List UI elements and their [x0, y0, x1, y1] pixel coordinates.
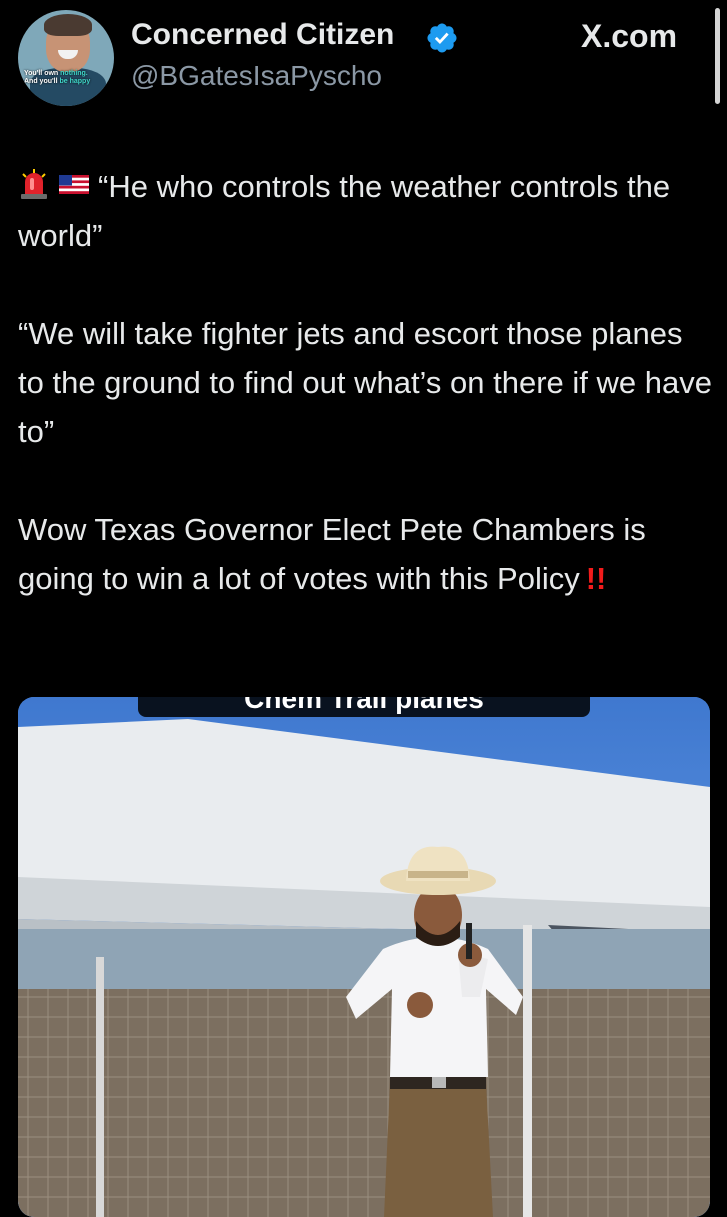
tweet-header: You'll own nothing. And you'll be happy …	[0, 0, 727, 120]
tweet-paragraph-1: “He who controls the weather controls th…	[18, 162, 713, 260]
tweet-quote-1: “He who controls the weather controls th…	[18, 169, 671, 253]
avatar-hair	[44, 14, 92, 36]
video-media[interactable]: Chem Trail planes	[18, 697, 710, 1217]
tweet-paragraph-2: “We will take fighter jets and escort th…	[18, 316, 712, 449]
x-brand-label: X.com	[581, 18, 678, 54]
display-name[interactable]: Concerned Citizen	[131, 18, 394, 52]
double-exclamation-icon: !!	[585, 561, 607, 596]
police-light-icon	[21, 169, 47, 199]
avatar-caption-highlight: be happy	[59, 78, 91, 85]
tweet-paragraph-3-text: Wow Texas Governor Elect Pete Chambers i…	[18, 512, 646, 596]
avatar-caption: You'll own nothing. And you'll be happy	[24, 70, 110, 86]
avatar-caption-highlight: nothing.	[60, 70, 88, 77]
avatar-caption-text: You'll own	[24, 70, 61, 77]
video-caption: Chem Trail planes	[138, 697, 590, 717]
tweet-paragraph-3: Wow Texas Governor Elect Pete Chambers i…	[18, 505, 713, 603]
user-handle[interactable]: @BGatesIsaPyscho	[131, 60, 382, 92]
scrollbar[interactable]	[715, 8, 720, 104]
avatar[interactable]: You'll own nothing. And you'll be happy	[18, 10, 114, 106]
video-frame	[18, 697, 710, 1217]
verified-badge-icon	[427, 23, 457, 53]
avatar-caption-text: And you'll	[24, 78, 60, 85]
us-flag-icon	[59, 175, 89, 194]
tweet-body: “He who controls the weather controls th…	[18, 162, 713, 603]
